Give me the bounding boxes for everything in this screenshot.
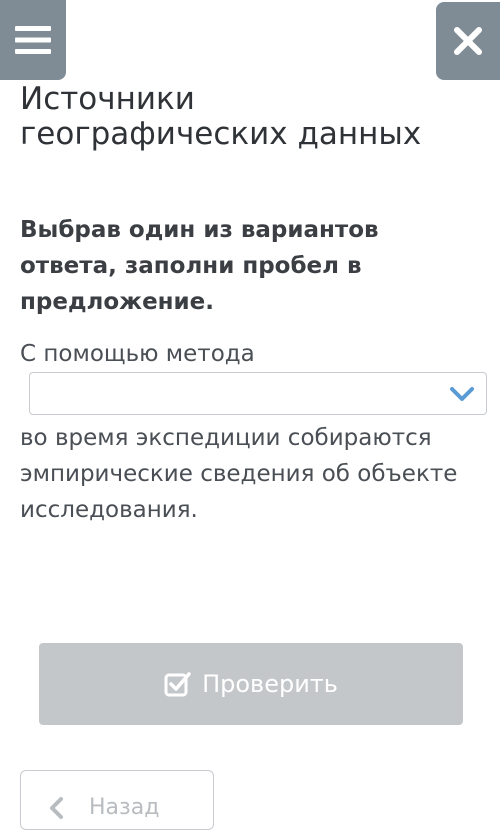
hamburger-menu-icon [15,26,51,54]
back-button-label: Назад [89,795,160,820]
question-text-before: С помощью метода [20,341,255,367]
task-instruction: Выбрав один из вариантов ответа, заполни… [20,217,379,315]
back-button[interactable]: Назад [20,770,214,830]
chevron-down-icon [450,387,474,401]
menu-button[interactable] [0,0,66,80]
check-button[interactable]: Проверить [39,643,463,725]
question-text-after: во время экспедиции собираются эмпиричес… [20,425,458,523]
close-button[interactable] [436,2,500,80]
checkbox-check-icon [164,672,191,697]
page-title: Источники географических данных [20,81,422,152]
close-x-icon [454,27,482,55]
check-button-label: Проверить [202,670,338,698]
arrow-left-icon [50,797,63,819]
answer-dropdown[interactable] [29,372,487,415]
